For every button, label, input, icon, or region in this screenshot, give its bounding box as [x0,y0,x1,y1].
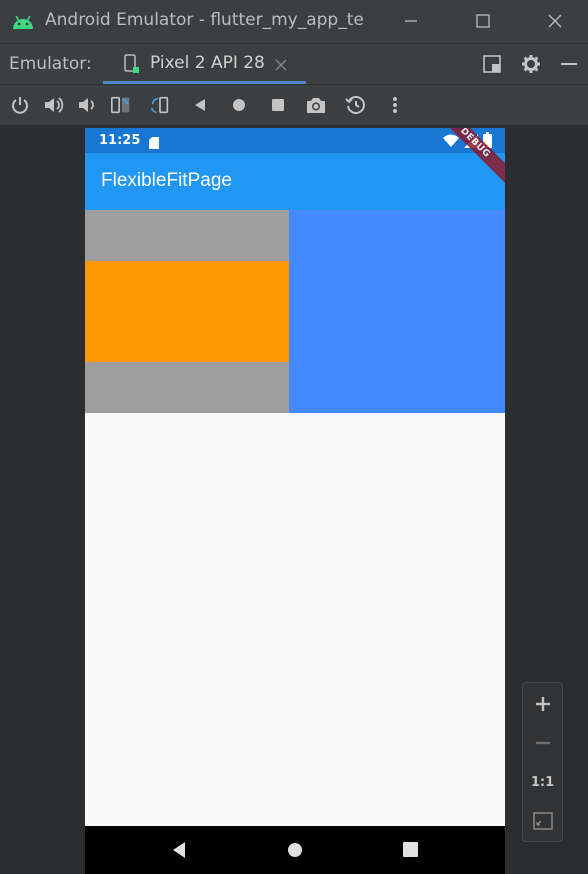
orange-container [85,261,289,362]
dock-window-icon[interactable] [481,53,503,75]
nav-recents-icon[interactable] [403,842,418,861]
power-icon[interactable] [9,94,31,116]
back-icon[interactable] [189,94,211,116]
status-time: 11:25 [99,133,141,148]
window-title-bar: Android Emulator - flutter_my_app_te [0,0,588,43]
zoom-in-button[interactable] [523,689,562,719]
sd-card-icon [149,134,159,153]
maximize-button[interactable] [468,6,498,36]
zoom-ratio-label: 1:1 [530,774,555,790]
flexible-fit-row [85,210,505,413]
wifi-icon [443,133,459,152]
rotate-left-icon[interactable] [110,94,132,116]
more-icon[interactable] [384,94,406,116]
home-icon[interactable] [228,94,250,116]
hide-panel-icon[interactable] [558,53,580,75]
app-bar: FlexibleFitPage [85,153,505,210]
zoom-controls: 1:1 [522,682,563,842]
emulator-label: Emulator: [9,54,92,74]
emulator-toolbar [0,84,588,126]
blue-container [289,210,505,413]
minimize-button[interactable] [396,6,426,36]
nav-back-icon[interactable] [171,841,187,863]
zoom-out-button[interactable] [523,728,562,758]
emulator-tab-bar: Emulator: Pixel 2 API 28 [0,43,588,84]
page-title: FlexibleFitPage [101,170,232,191]
gear-icon[interactable] [520,53,542,75]
status-bar: 11:25 [85,128,505,153]
zoom-actual-size-button[interactable]: 1:1 [523,767,562,797]
volume-up-icon[interactable] [43,94,65,116]
volume-down-icon[interactable] [76,94,98,116]
close-window-button[interactable] [540,6,570,36]
tab-label: Pixel 2 API 28 [150,53,265,73]
tab-pixel-2-api-28[interactable]: Pixel 2 API 28 [103,44,306,84]
android-nav-bar [85,826,505,874]
tab-close-icon[interactable] [275,56,287,75]
android-logo-icon [11,12,35,34]
overview-icon[interactable] [267,94,289,116]
rotate-right-icon[interactable] [149,94,171,116]
snapshot-icon[interactable] [345,94,367,116]
device-icon [124,54,140,78]
screenshot-icon[interactable] [305,94,327,116]
nav-home-icon[interactable] [287,842,303,862]
device-screen[interactable]: 11:25 FlexibleFitPage DEBUG [85,128,505,874]
zoom-fit-button[interactable] [523,806,562,836]
window-title: Android Emulator - flutter_my_app_te [45,10,364,30]
